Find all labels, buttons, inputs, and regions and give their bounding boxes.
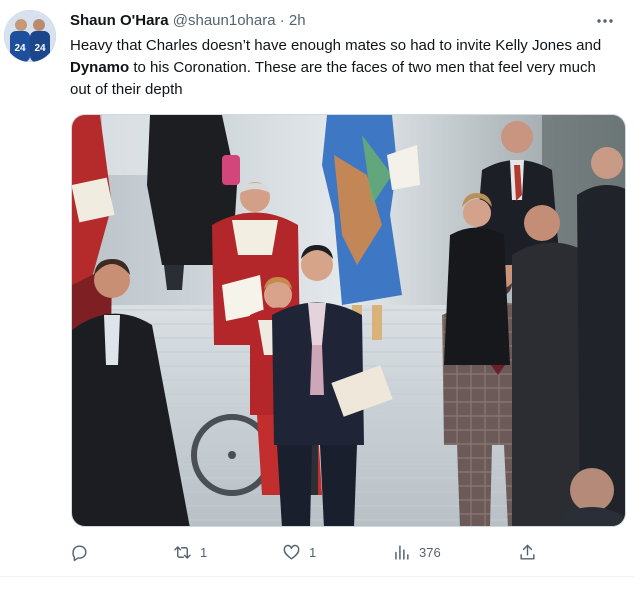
more-options-button[interactable] <box>594 10 616 32</box>
tweet-text-part2: to his Coronation. These are the faces o… <box>70 59 596 98</box>
avatar[interactable]: 24 24 <box>4 10 56 62</box>
handle[interactable]: @shaun1ohara <box>173 12 276 29</box>
like-button[interactable]: 1 <box>282 540 316 564</box>
display-name[interactable]: Shaun O'Hara <box>70 12 169 29</box>
share-icon <box>520 544 535 560</box>
jersey-number-right: 24 <box>34 43 46 54</box>
tweet-text-bold: Dynamo <box>70 59 130 76</box>
timestamp[interactable]: 2h <box>289 12 306 29</box>
more-horizontal-icon <box>597 19 613 23</box>
share-button[interactable] <box>518 540 537 564</box>
reply-icon <box>72 544 87 561</box>
tweet-text-part1: Heavy that Charles doesn’t have enough m… <box>70 37 602 54</box>
jersey-number-left: 24 <box>14 43 26 54</box>
coronation-photo <box>72 115 625 526</box>
retweet-icon <box>174 545 191 559</box>
reply-button[interactable] <box>70 540 97 564</box>
tweet-header: Shaun O'Hara @shaun1ohara · 2h <box>70 11 594 31</box>
divider <box>0 576 634 577</box>
tweet-text: Heavy that Charles doesn’t have enough m… <box>70 35 610 101</box>
retweet-count: 1 <box>200 544 208 560</box>
retweet-button[interactable]: 1 <box>173 540 207 564</box>
tweet-photo[interactable] <box>71 114 626 527</box>
heart-icon <box>283 544 300 560</box>
tweet-card[interactable]: 24 24 Shaun O'Hara @shaun1ohara · 2h Hea… <box>0 0 634 592</box>
like-count: 1 <box>309 544 317 560</box>
views-button[interactable]: 376 <box>392 540 441 564</box>
views-bar-chart-icon <box>395 544 409 560</box>
separator-dot: · <box>279 12 285 29</box>
tweet-actions: 1 1 376 <box>70 540 550 564</box>
view-count: 376 <box>419 544 441 560</box>
